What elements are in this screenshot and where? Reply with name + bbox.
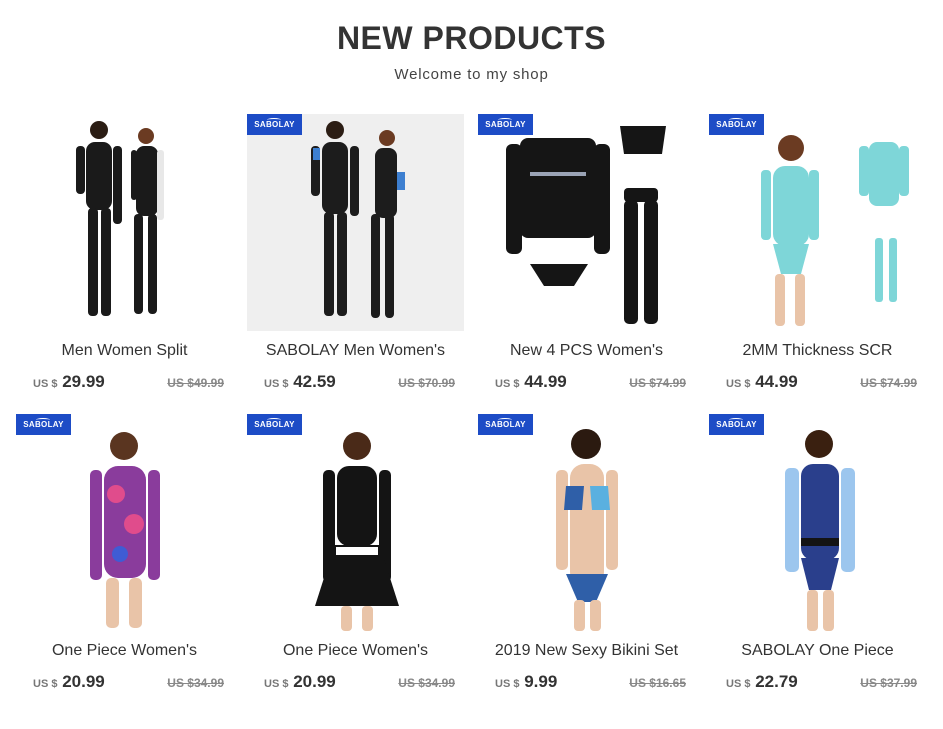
product-name[interactable]: SABOLAY Men Women's	[247, 342, 464, 360]
currency-label: US $	[726, 378, 751, 390]
floral-swimsuit-image	[90, 432, 160, 628]
original-price: US $70.99	[398, 376, 455, 390]
brand-badge: SABOLAY	[247, 414, 302, 435]
product-name[interactable]: One Piece Women's	[16, 642, 233, 660]
price-value: 42.59	[293, 372, 336, 391]
product-price: US $ 29.99	[33, 372, 105, 392]
original-price: US $74.99	[860, 376, 917, 390]
brand-badge: SABOLAY	[478, 414, 533, 435]
product-name[interactable]: 2019 New Sexy Bikini Set	[478, 642, 695, 660]
product-image[interactable]: SABOLAY	[247, 414, 464, 631]
original-price: US $34.99	[167, 676, 224, 690]
product-card[interactable]: SABOLAY One Piece Women's US $ 20.99 US …	[247, 414, 464, 704]
brand-badge: SABOLAY	[709, 114, 764, 135]
product-price: US $ 9.99	[495, 672, 557, 692]
product-image[interactable]: SABOLAY	[16, 414, 233, 631]
product-card[interactable]: SABOLAY SABOLAY One Piece US $ 22.79 US …	[709, 414, 926, 704]
product-image[interactable]: SABOLAY	[478, 114, 695, 331]
product-image[interactable]: SABOLAY	[247, 114, 464, 331]
product-image[interactable]: SABOLAY	[709, 414, 926, 631]
product-price: US $ 20.99	[264, 672, 336, 692]
product-card[interactable]: SABOLAY 2MM Thickness SCR US $ 44.99 US …	[709, 114, 926, 404]
product-name[interactable]: SABOLAY One Piece	[709, 642, 926, 660]
price-value: 44.99	[755, 372, 798, 391]
product-price: US $ 44.99	[726, 372, 798, 392]
price-value: 20.99	[293, 672, 336, 691]
brand-badge: SABOLAY	[16, 414, 71, 435]
brand-badge: SABOLAY	[709, 414, 764, 435]
product-price: US $ 20.99	[33, 672, 105, 692]
currency-label: US $	[33, 378, 58, 390]
one-piece-swimsuit-image	[785, 430, 855, 631]
original-price: US $74.99	[629, 376, 686, 390]
product-card[interactable]: SABOLAY One Piece Women's US $ 20.99 US …	[16, 414, 233, 704]
currency-label: US $	[495, 678, 520, 690]
product-image[interactable]: SABOLAY	[478, 414, 695, 631]
product-image[interactable]	[16, 114, 233, 331]
price-value: 44.99	[524, 372, 567, 391]
product-card[interactable]: SABOLAY New 4 PCS Women's US $ 44.99 US …	[478, 114, 695, 404]
product-price: US $ 42.59	[264, 372, 336, 392]
wetsuit-couple-image	[76, 121, 164, 316]
brand-badge: SABOLAY	[478, 114, 533, 135]
turquoise-suit-image	[761, 135, 909, 326]
original-price: US $16.65	[629, 676, 686, 690]
original-price: US $49.99	[167, 376, 224, 390]
product-name[interactable]: One Piece Women's	[247, 642, 464, 660]
original-price: US $34.99	[398, 676, 455, 690]
bikini-image	[556, 429, 618, 631]
currency-label: US $	[264, 378, 289, 390]
product-card[interactable]: SABOLAY 2019 New Sexy Bikini Set US $ 9.…	[478, 414, 695, 704]
price-value: 9.99	[524, 672, 558, 691]
product-image[interactable]: SABOLAY	[709, 114, 926, 331]
product-name[interactable]: New 4 PCS Women's	[478, 342, 695, 360]
product-card[interactable]: SABOLAY SABOLAY Men Women's US $ 42.59 U…	[247, 114, 464, 404]
currency-label: US $	[726, 678, 751, 690]
product-name[interactable]: Men Women Split	[16, 342, 233, 360]
currency-label: US $	[264, 678, 289, 690]
product-price: US $ 22.79	[726, 672, 798, 692]
four-piece-set-image	[506, 126, 666, 324]
section-title: NEW PRODUCTS	[336, 20, 607, 56]
product-name[interactable]: 2MM Thickness SCR	[709, 342, 926, 360]
price-value: 22.79	[755, 672, 798, 691]
section-subtitle: Welcome to my shop	[394, 66, 549, 83]
price-value: 29.99	[62, 372, 105, 391]
brand-badge: SABOLAY	[247, 114, 302, 135]
currency-label: US $	[495, 378, 520, 390]
price-value: 20.99	[62, 672, 105, 691]
currency-label: US $	[33, 678, 58, 690]
product-card[interactable]: Men Women Split US $ 29.99 US $49.99	[16, 114, 233, 404]
product-price: US $ 44.99	[495, 372, 567, 392]
skirt-swimsuit-image	[315, 432, 399, 631]
original-price: US $37.99	[860, 676, 917, 690]
fullsuit-couple-image	[311, 121, 405, 318]
